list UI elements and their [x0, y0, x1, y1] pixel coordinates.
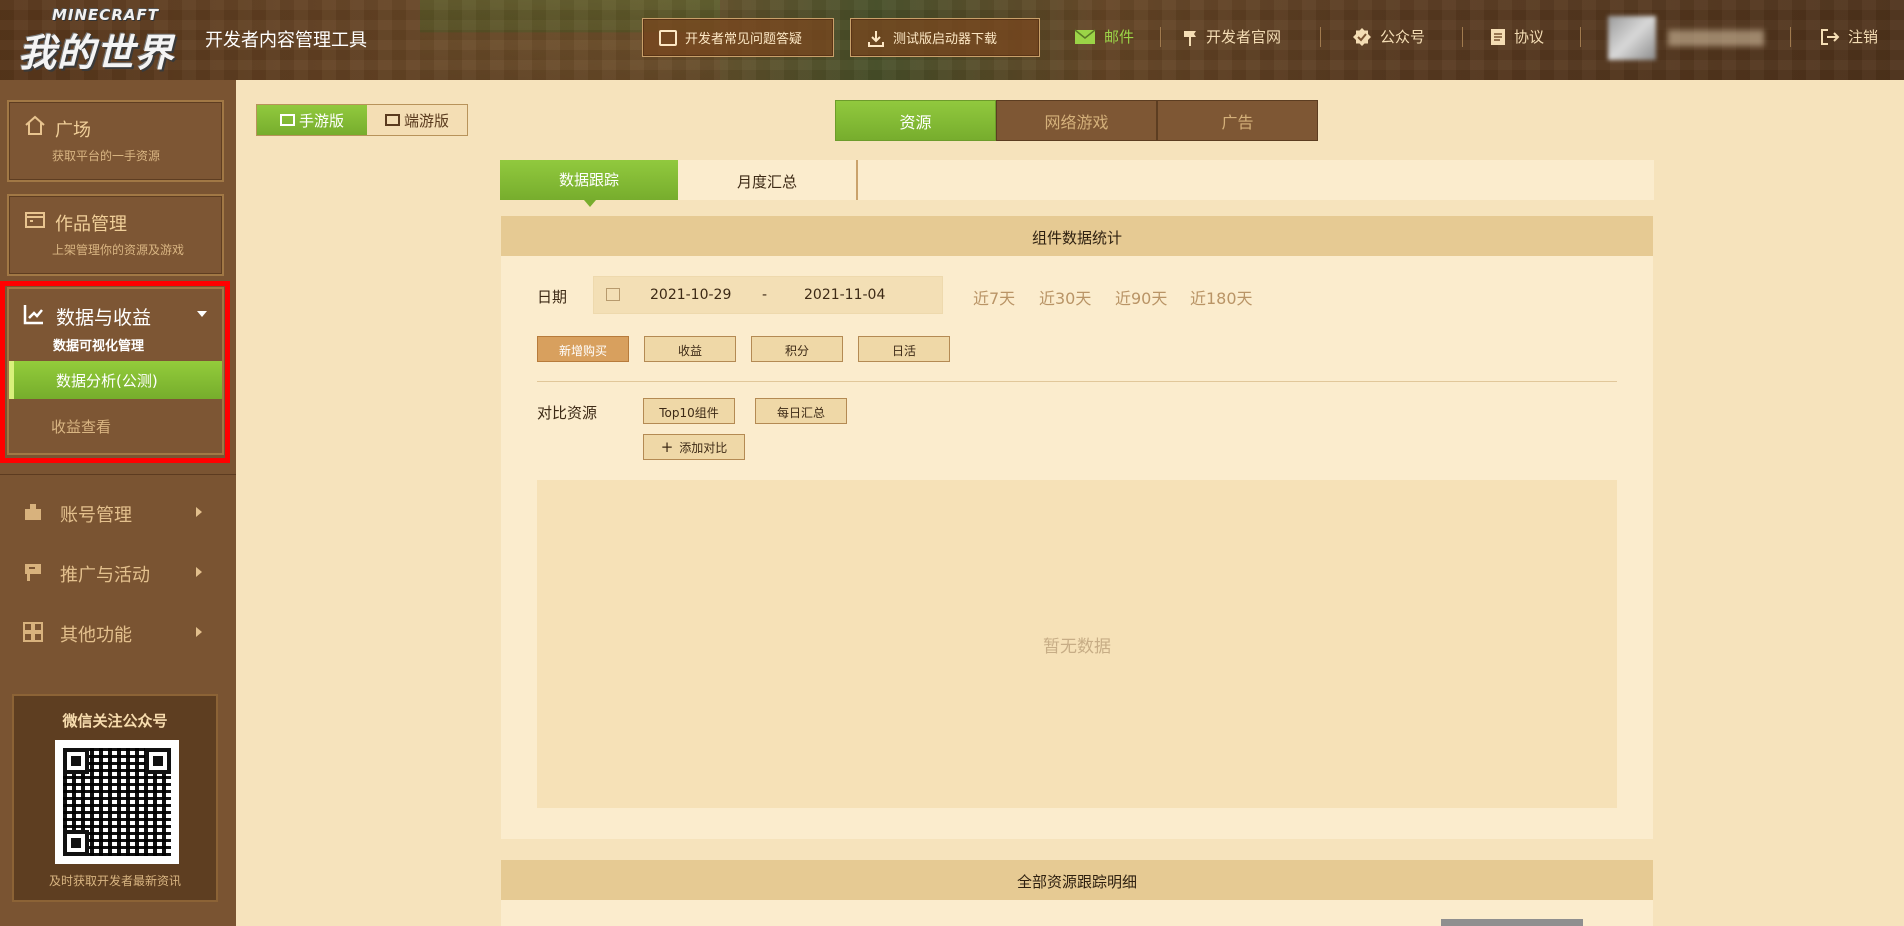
official-site-label: 开发者官网 [1206, 28, 1282, 46]
logout-icon [1821, 28, 1840, 45]
sidebar-item-works[interactable]: 作品管理 上架管理你的资源及游戏 [7, 194, 224, 276]
metric-points[interactable]: 积分 [751, 336, 843, 362]
divider [537, 381, 1617, 382]
chat-bubble-icon [659, 29, 677, 46]
metric-daily-active[interactable]: 日活 [858, 336, 950, 362]
plaza-subtitle: 获取平台的一手资源 [52, 149, 161, 163]
promotion-label: 推广与活动 [60, 565, 150, 586]
signpost-icon [1184, 30, 1196, 46]
date-separator: - [762, 287, 768, 303]
compare-label: 对比资源 [537, 404, 598, 422]
content-type-tabs: 资源 网络游戏 广告 [835, 100, 1318, 141]
chevron-right-icon [196, 507, 202, 517]
tab-data-tracking[interactable]: 数据跟踪 [500, 160, 678, 207]
sidebar: 广场 获取平台的一手资源 作品管理 上架管理你的资源及游戏 数据与收益 数据可视… [0, 80, 236, 926]
logout-label: 注销 [1848, 28, 1879, 46]
add-compare-label: 添加对比 [679, 440, 728, 455]
range-180-days[interactable]: 近180天 [1190, 285, 1253, 309]
compare-daily-summary[interactable]: 每日汇总 [755, 398, 847, 424]
wechat-title: 微信关注公众号 [62, 712, 168, 730]
start-date[interactable]: 2021-10-29 [650, 287, 731, 303]
folder-icon [23, 208, 47, 238]
end-date[interactable]: 2021-11-04 [804, 287, 885, 303]
official-account-link[interactable]: 公众号 [1352, 26, 1425, 47]
plus-icon: + [660, 438, 674, 456]
launcher-download-button[interactable]: 测试版启动器下载 [850, 18, 1040, 57]
works-subtitle: 上架管理你的资源及游戏 [52, 243, 185, 257]
other-label: 其他功能 [60, 625, 132, 646]
badge-icon [1353, 27, 1371, 46]
mail-link-label: 邮件 [1104, 28, 1135, 46]
sidebar-item-account[interactable]: 账号管理 [0, 493, 236, 533]
minecraft-logo[interactable]: MINECRAFT 我的世界 [18, 6, 193, 75]
top-header: MINECRAFT 我的世界 开发者内容管理工具 开发者常见问题答疑 测试版启动… [0, 0, 1904, 80]
tab-monthly-summary[interactable]: 月度汇总 [678, 160, 858, 200]
tab-network-games[interactable]: 网络游戏 [996, 100, 1157, 141]
range-7-days[interactable]: 近7天 [973, 285, 1015, 309]
platform-switch: 手游版 端游版 [256, 104, 468, 136]
panel-heading: 组件数据统计 [501, 216, 1653, 256]
mail-link[interactable]: 邮件 [1074, 26, 1134, 47]
calendar-icon [606, 288, 620, 301]
mail-icon [1074, 28, 1096, 44]
tab-pc[interactable]: 端游版 [367, 105, 467, 135]
range-90-days[interactable]: 近90天 [1115, 285, 1167, 309]
faq-button-label: 开发者常见问题答疑 [685, 32, 803, 47]
tab-mobile-label: 手游版 [298, 111, 344, 130]
plaza-title: 广场 [55, 120, 91, 141]
wechat-caption: 及时获取开发者最新资讯 [48, 874, 181, 888]
sidebar-item-other[interactable]: 其他功能 [0, 613, 236, 653]
app-title: 开发者内容管理工具 [205, 30, 367, 51]
compare-top10[interactable]: Top10组件 [643, 398, 735, 424]
download-icon [867, 30, 885, 47]
empty-state-text: 暂无数据 [1043, 637, 1111, 657]
wechat-qr-code [55, 740, 179, 864]
red-highlight-box [0, 281, 230, 463]
logo-main-text: 我的世界 [18, 30, 175, 75]
account-label: 账号管理 [60, 505, 132, 526]
username-blurred[interactable] [1668, 30, 1764, 46]
faq-button[interactable]: 开发者常见问题答疑 [642, 18, 834, 57]
metric-new-purchases[interactable]: 新增购买 [537, 336, 629, 362]
component-stats-panel: 组件数据统计 日期 2021-10-29 - 2021-11-04 近7天 近3… [501, 216, 1653, 839]
home-icon [23, 114, 47, 144]
report-tabs: 数据跟踪 月度汇总 [500, 160, 1654, 207]
official-site-link[interactable]: 开发者官网 [1182, 26, 1281, 47]
date-label: 日期 [537, 288, 568, 306]
add-compare-button[interactable]: + 添加对比 [643, 434, 745, 460]
agreement-label: 协议 [1514, 28, 1545, 46]
document-icon [1491, 28, 1505, 45]
detail-heading: 全部资源跟踪明细 [501, 860, 1653, 900]
table-header-strip [1441, 919, 1583, 926]
chevron-right-icon [196, 567, 202, 577]
wechat-follow-card: 微信关注公众号 及时获取开发者最新资讯 [12, 694, 218, 902]
download-button-label: 测试版启动器下载 [893, 32, 998, 47]
mobile-icon [279, 114, 295, 126]
tab-pc-label: 端游版 [403, 111, 449, 130]
resource-detail-panel: 全部资源跟踪明细 [501, 860, 1653, 926]
works-title: 作品管理 [55, 214, 127, 235]
sidebar-item-promotion[interactable]: 推广与活动 [0, 553, 236, 593]
official-account-label: 公众号 [1380, 28, 1426, 46]
logout-link[interactable]: 注销 [1820, 26, 1878, 47]
grid-icon [22, 621, 44, 648]
metric-revenue[interactable]: 收益 [644, 336, 736, 362]
flag-icon [22, 561, 44, 588]
tab-ads[interactable]: 广告 [1157, 100, 1318, 141]
tab-resources[interactable]: 资源 [835, 100, 996, 141]
sidebar-item-plaza[interactable]: 广场 获取平台的一手资源 [7, 100, 224, 182]
chevron-right-icon [196, 627, 202, 637]
user-avatar[interactable] [1608, 16, 1656, 60]
date-range-picker[interactable]: 2021-10-29 - 2021-11-04 [593, 276, 943, 314]
monitor-icon [384, 114, 400, 126]
range-30-days[interactable]: 近30天 [1039, 285, 1091, 309]
account-box-icon [22, 501, 44, 528]
agreement-link[interactable]: 协议 [1490, 26, 1544, 47]
chart-area: 暂无数据 [537, 480, 1617, 808]
tab-mobile[interactable]: 手游版 [257, 105, 367, 135]
